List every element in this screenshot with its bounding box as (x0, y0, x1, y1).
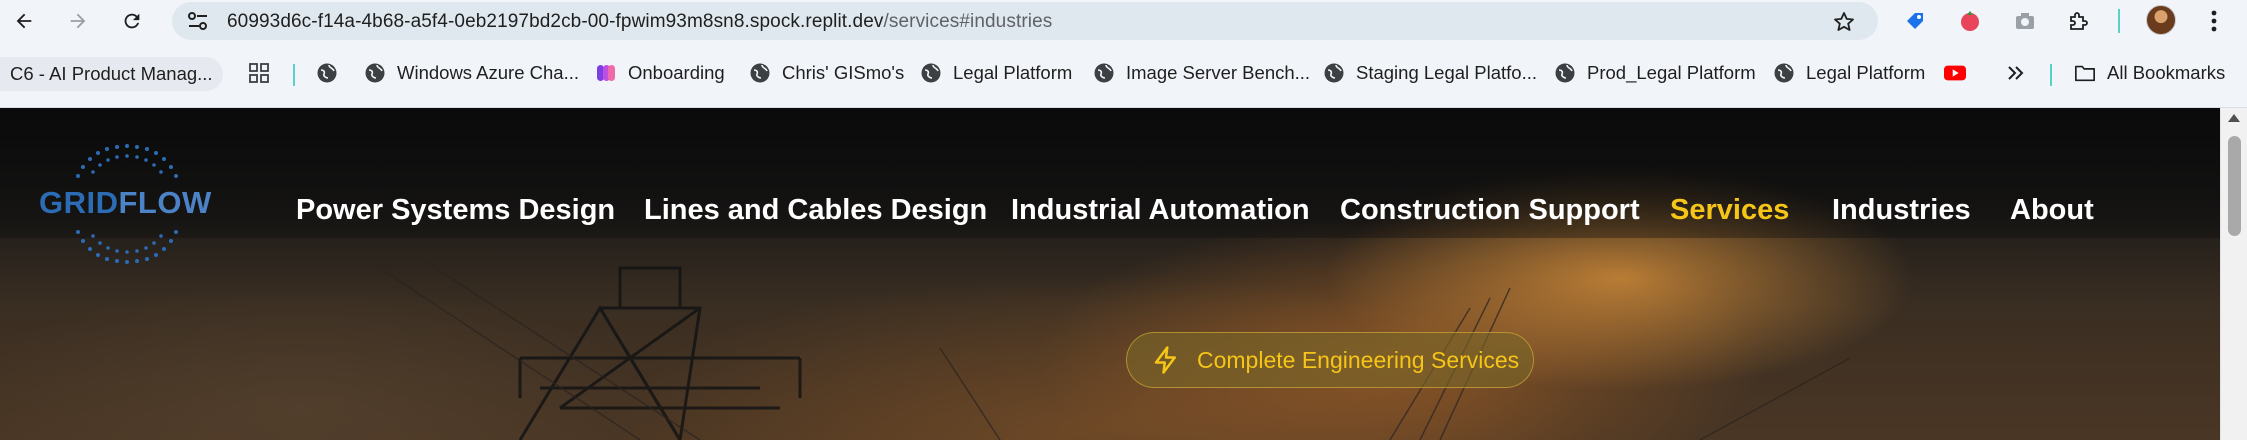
extension-berry-icon[interactable] (1957, 8, 1983, 34)
nav-about[interactable]: About (2010, 184, 2094, 236)
nav-link[interactable]: About (2010, 194, 2094, 227)
youtube-icon (1944, 65, 1966, 81)
nav-link[interactable]: Construction Support (1340, 194, 1640, 227)
logo-text-flow: FLOW (118, 185, 212, 220)
services-badge: Complete Engineering Services (1126, 332, 1534, 388)
bookmark-staging-legal[interactable]: Staging Legal Platfo... (1323, 56, 1537, 90)
bookmark-label: Prod_Legal Platform (1587, 62, 1756, 83)
bookmark-label: Windows Azure Cha... (397, 62, 579, 83)
logo-wordmark: GRIDFLOW (39, 185, 212, 221)
address-bar[interactable]: 60993d6c-f14a-4b68-a5f4-0eb2197bd2cb-00-… (172, 2, 1878, 40)
bookmark-apps[interactable] (248, 56, 281, 90)
page-scrollbar[interactable] (2220, 108, 2247, 440)
globe-icon (317, 63, 337, 83)
bookmark-onboarding[interactable]: Onboarding (595, 56, 725, 90)
onboarding-icon (597, 65, 615, 81)
reload-icon (124, 13, 140, 29)
all-bookmarks-label: All Bookmarks (2107, 62, 2226, 83)
nav-power-systems[interactable]: Power Systems Design (296, 184, 615, 236)
bookmark-divider (2050, 64, 2052, 86)
folder-icon (2075, 65, 2095, 82)
bookmark-prod-legal[interactable]: Prod_Legal Platform (1554, 56, 1756, 90)
logo-text-grid: GRID (39, 185, 119, 220)
arrow-left-icon (16, 13, 32, 29)
nav-industries[interactable]: Industries (1832, 184, 1971, 236)
bookmark-label: Legal Platform (953, 62, 1073, 83)
url-text[interactable]: 60993d6c-f14a-4b68-a5f4-0eb2197bd2cb-00-… (227, 11, 1052, 33)
bookmark-legal-platform[interactable]: Legal Platform (920, 56, 1072, 90)
nav-link-active[interactable]: Services (1670, 194, 1789, 227)
all-bookmarks-button[interactable]: All Bookmarks (2074, 56, 2225, 90)
badge-text: Complete Engineering Services (1197, 346, 1520, 373)
bookmark-gismos[interactable]: Chris' GISmo's (749, 56, 904, 90)
nav-services[interactable]: Services (1670, 184, 1789, 236)
url-path: /services#industries (883, 11, 1053, 32)
scroll-up-arrow-icon[interactable] (2228, 114, 2240, 122)
bookmark-divider (293, 64, 295, 86)
nav-construction-support[interactable]: Construction Support (1340, 184, 1640, 236)
globe-icon (750, 63, 770, 83)
menu-kebab-icon[interactable] (2206, 8, 2222, 34)
bookmark-windows-azure[interactable]: Windows Azure Cha... (364, 56, 579, 90)
arrow-right-icon (70, 13, 86, 29)
bookmarks-bar: C6 - AI Product Manag... Windows Azure C… (0, 42, 2247, 108)
bookmark-youtube[interactable] (1944, 56, 1977, 90)
forward-button[interactable] (62, 5, 94, 37)
nav-industrial-automation[interactable]: Industrial Automation (1011, 184, 1310, 236)
bookmark-label: Onboarding (628, 62, 725, 83)
back-button[interactable] (8, 5, 40, 37)
bookmark-label: Image Server Bench... (1126, 62, 1311, 83)
bookmark-legal-platform-2[interactable]: Legal Platform (1773, 56, 1925, 90)
nav-link[interactable]: Power Systems Design (296, 194, 615, 227)
bookmark-c6[interactable]: C6 - AI Product Manag... (0, 57, 223, 91)
bookmark-star-icon[interactable] (1832, 10, 1856, 34)
bookmark-globe[interactable] (316, 56, 349, 90)
nav-link[interactable]: Industrial Automation (1011, 194, 1310, 227)
site-settings-icon[interactable] (186, 10, 210, 32)
globe-icon (921, 63, 941, 83)
globe-icon (365, 63, 385, 83)
scrollbar-thumb[interactable] (2228, 136, 2241, 236)
globe-icon (1774, 63, 1794, 83)
apps-grid-icon (249, 63, 269, 83)
extension-tag-icon[interactable] (1903, 8, 1929, 34)
camera-icon[interactable] (2012, 8, 2038, 34)
toolbar-divider (2118, 9, 2120, 33)
chevron-double-right-icon (2008, 66, 2024, 80)
nav-link[interactable]: Lines and Cables Design (644, 194, 987, 227)
bookmark-label: Staging Legal Platfo... (1356, 62, 1538, 83)
reload-button[interactable] (116, 5, 148, 37)
profile-avatar[interactable] (2146, 5, 2176, 35)
url-host: 60993d6c-f14a-4b68-a5f4-0eb2197bd2cb-00-… (227, 11, 884, 32)
globe-icon (1324, 63, 1344, 83)
browser-toolbar: 60993d6c-f14a-4b68-a5f4-0eb2197bd2cb-00-… (0, 0, 2247, 42)
bookmark-image-server[interactable]: Image Server Bench... (1093, 56, 1310, 90)
nav-link[interactable]: Industries (1832, 194, 1971, 227)
lightning-bolt-icon (1154, 346, 1176, 374)
nav-lines-cables[interactable]: Lines and Cables Design (644, 184, 987, 236)
extensions-puzzle-icon[interactable] (2066, 8, 2092, 34)
globe-icon (1555, 63, 1575, 83)
bookmark-label: Chris' GISmo's (782, 62, 905, 83)
site-logo[interactable]: GRIDFLOW (34, 140, 220, 268)
bookmarks-overflow-button[interactable] (2005, 56, 2038, 90)
bookmark-label: Legal Platform (1806, 62, 1926, 83)
hero-section: GRIDFLOW Power Systems Design Lines and … (0, 108, 2220, 440)
bookmark-label: C6 - AI Product Manag... (10, 63, 213, 84)
globe-icon (1094, 63, 1114, 83)
